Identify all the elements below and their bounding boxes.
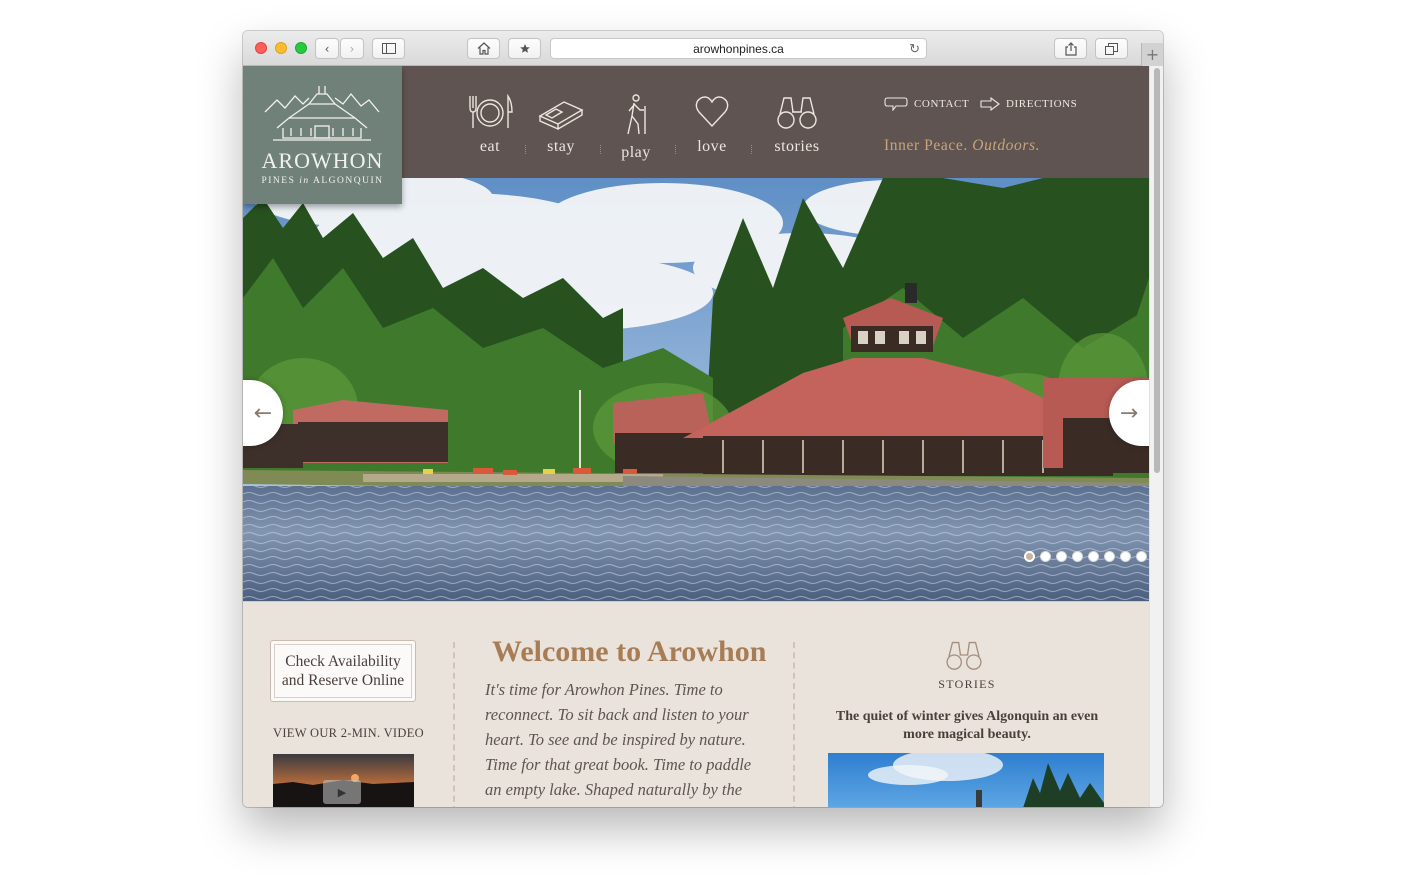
home-button[interactable] — [467, 38, 500, 59]
slide-dot-4[interactable] — [1072, 551, 1083, 562]
bookmarks-button[interactable] — [508, 38, 541, 59]
address-bar[interactable]: arowhonpines.ca ↻ — [550, 38, 927, 59]
winter-sky-photo — [828, 753, 1104, 807]
arrow-right-icon: → — [1119, 400, 1139, 426]
browser-window: ‹ › arowhonpines.ca ↻ + AROWHON PINES in… — [243, 31, 1163, 807]
column-divider — [453, 642, 455, 807]
nav-item-stay[interactable]: stay — [526, 94, 596, 156]
lodge-logo-icon — [264, 86, 380, 141]
video-thumbnail[interactable]: ▶ — [273, 754, 414, 807]
site-tagline: Inner Peace. Outdoors. — [884, 137, 1041, 154]
close-window-button[interactable] — [255, 42, 267, 54]
bed-icon — [538, 101, 584, 130]
slide-dot-5[interactable] — [1088, 551, 1099, 562]
plate-cutlery-icon — [469, 94, 513, 128]
site-logo[interactable]: AROWHON PINES in ALGONQUIN — [243, 66, 402, 204]
bookmark-star-icon — [519, 44, 530, 53]
contact-link[interactable]: CONTACT — [884, 97, 969, 111]
hero-slideshow: ← → — [243, 178, 1149, 601]
hero-photo-lodge-on-lake — [243, 178, 1149, 601]
binoculars-icon — [946, 641, 982, 670]
play-icon[interactable]: ▶ — [323, 780, 361, 804]
slide-dot-7[interactable] — [1120, 551, 1131, 562]
slide-dot-2[interactable] — [1040, 551, 1051, 562]
slide-pagination — [1024, 551, 1147, 562]
logo-wordmark: AROWHON — [261, 148, 384, 173]
nav-item-stories[interactable]: stories — [762, 94, 832, 156]
chevron-right-icon: › — [349, 41, 355, 56]
nav-item-love[interactable]: love — [677, 94, 747, 156]
new-tab-button[interactable]: + — [1141, 43, 1163, 66]
back-button[interactable]: ‹ — [315, 38, 339, 59]
welcome-heading: Welcome to Arowhon — [492, 635, 767, 668]
sidebar-button[interactable] — [372, 38, 405, 59]
check-availability-button[interactable]: Check Availability and Reserve Online — [270, 640, 416, 702]
zoom-window-button[interactable] — [295, 42, 307, 54]
tabs-overview-button[interactable] — [1095, 38, 1128, 59]
welcome-paragraph: It's time for Arowhon Pines. Time to rec… — [485, 680, 752, 799]
binoculars-icon — [777, 97, 817, 129]
speech-bubble-icon — [884, 97, 908, 111]
browser-toolbar: ‹ › arowhonpines.ca ↻ + — [243, 31, 1163, 66]
url-text: arowhonpines.ca — [693, 41, 784, 56]
reload-icon[interactable]: ↻ — [909, 41, 920, 57]
plus-icon: + — [1145, 45, 1160, 64]
site-header: AROWHON PINES in ALGONQUIN eat stay play… — [243, 66, 1149, 204]
share-button[interactable] — [1054, 38, 1087, 59]
nav-item-eat[interactable]: eat — [455, 94, 525, 156]
sidebar-icon — [381, 43, 396, 54]
story-thumbnail[interactable] — [828, 753, 1104, 807]
chevron-left-icon: ‹ — [324, 41, 330, 56]
home-icon — [477, 42, 490, 55]
slide-dot-3[interactable] — [1056, 551, 1067, 562]
column-divider — [793, 642, 795, 807]
share-icon — [1064, 41, 1077, 56]
tabs-icon — [1105, 42, 1118, 55]
scrollbar-thumb[interactable] — [1154, 68, 1160, 473]
directions-link[interactable]: DIRECTIONS — [980, 97, 1077, 111]
minimize-window-button[interactable] — [275, 42, 287, 54]
nav-separator — [751, 145, 752, 154]
page-scrollbar[interactable] — [1149, 66, 1163, 807]
nav-item-play[interactable]: play — [601, 94, 671, 162]
nav-separator — [675, 145, 676, 154]
home-content: Check Availability and Reserve Online VI… — [243, 601, 1149, 807]
slide-dot-1[interactable] — [1024, 551, 1035, 562]
logo-subtitle: PINES in ALGONQUIN — [261, 176, 384, 186]
story-teaser[interactable]: The quiet of winter gives Algonquin an e… — [823, 708, 1111, 744]
video-link-label[interactable]: VIEW OUR 2-MIN. VIDEO — [273, 726, 424, 741]
arrow-right-icon — [980, 97, 1000, 111]
page-viewport: AROWHON PINES in ALGONQUIN eat stay play… — [243, 66, 1163, 807]
stories-heading[interactable]: STORIES — [823, 677, 1111, 692]
slide-dot-8[interactable] — [1136, 551, 1147, 562]
heart-icon — [695, 96, 729, 128]
arrow-left-icon: ← — [253, 400, 273, 426]
forward-button[interactable]: › — [340, 38, 364, 59]
hiker-icon — [627, 94, 646, 135]
slide-dot-6[interactable] — [1104, 551, 1115, 562]
